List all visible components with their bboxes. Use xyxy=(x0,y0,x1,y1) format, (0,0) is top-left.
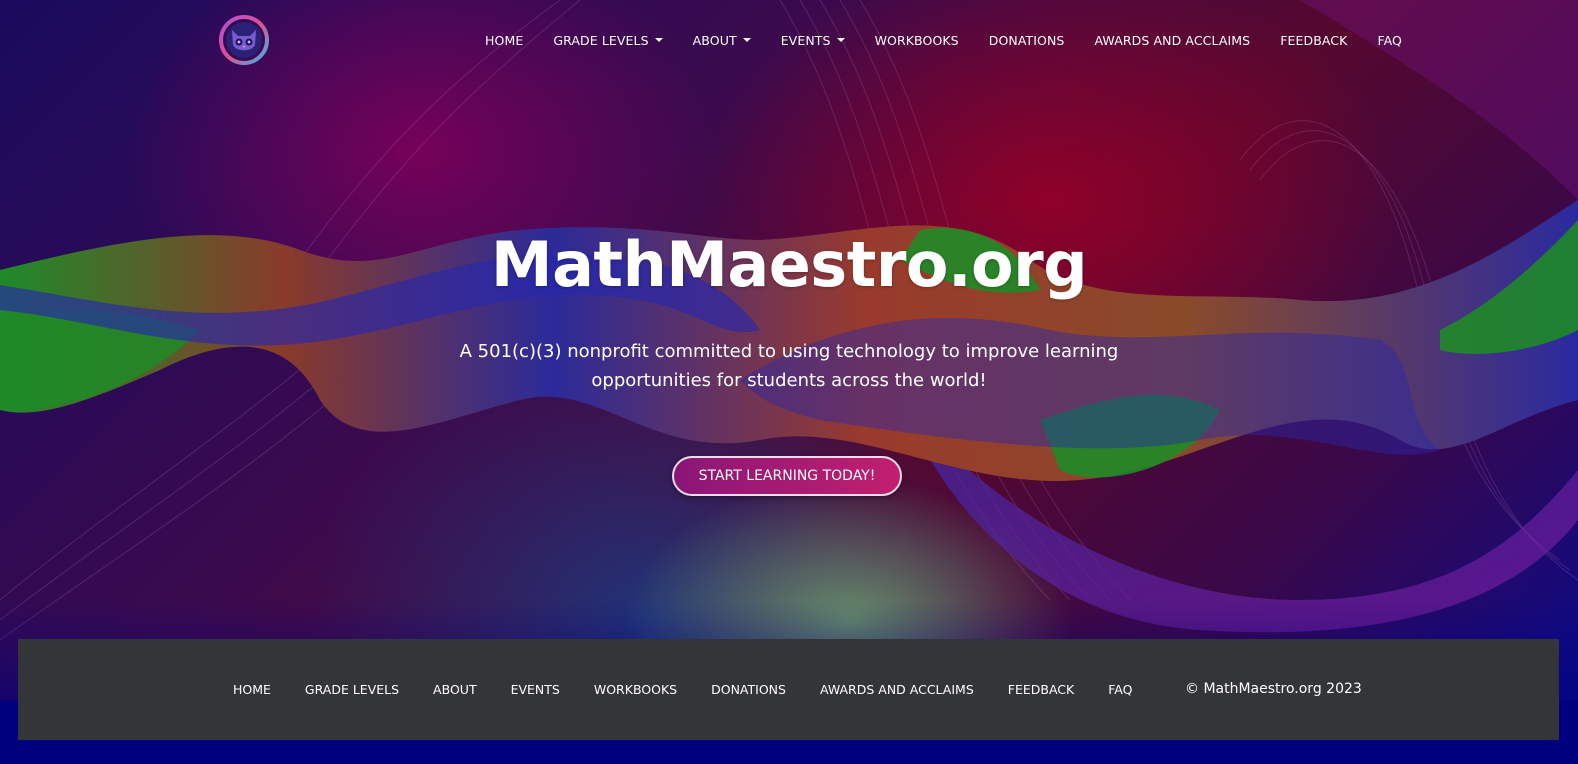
footer: HOME GRADE LEVELS ABOUT EVENTS WORKBOOKS… xyxy=(18,639,1559,740)
caret-down-icon xyxy=(654,38,663,42)
footer-link-grade-levels[interactable]: GRADE LEVELS xyxy=(305,682,399,697)
topnav-item-feedback[interactable]: FEEDBACK xyxy=(1280,33,1347,48)
topnav-item-home[interactable]: HOME xyxy=(485,33,523,48)
topnav-item-label: AWARDS AND ACCLAIMS xyxy=(1094,32,1251,48)
footer-link-workbooks[interactable]: WORKBOOKS xyxy=(594,682,677,697)
caret-down-icon xyxy=(742,38,751,42)
footer-nav: HOME GRADE LEVELS ABOUT EVENTS WORKBOOKS… xyxy=(233,682,1166,697)
owl-logo-icon[interactable] xyxy=(219,15,269,65)
footer-link-home[interactable]: HOME xyxy=(233,682,271,697)
start-learning-button[interactable]: START LEARNING TODAY! xyxy=(672,456,902,496)
footer-link-faq[interactable]: FAQ xyxy=(1108,682,1132,697)
topnav-item-label: GRADE LEVELS xyxy=(553,32,649,48)
topnav-item-workbooks[interactable]: WORKBOOKS xyxy=(875,33,959,48)
topnav-item-label: DONATIONS xyxy=(988,32,1065,48)
footer-link-about[interactable]: ABOUT xyxy=(433,682,477,697)
footer-link-donations[interactable]: DONATIONS xyxy=(711,682,786,697)
footer-link-events[interactable]: EVENTS xyxy=(511,682,560,697)
topnav-item-label: HOME xyxy=(485,32,524,48)
caret-down-icon xyxy=(836,38,845,42)
topnav-item-label: WORKBOOKS xyxy=(874,32,959,48)
footer-link-feedback[interactable]: FEEDBACK xyxy=(1008,682,1074,697)
hero-title: MathMaestro.org xyxy=(490,228,1088,301)
topnav-item-label: ABOUT xyxy=(692,32,737,48)
hero-subtitle: A 501(c)(3) nonprofit committed to using… xyxy=(459,341,1119,391)
top-nav: HOME GRADE LEVELS ABOUT EVENTS WORKBOOKS… xyxy=(485,30,1432,50)
topnav-item-faq[interactable]: FAQ xyxy=(1377,33,1402,48)
topnav-item-label: FEEDBACK xyxy=(1280,32,1348,48)
topnav-item-awards[interactable]: AWARDS AND ACCLAIMS xyxy=(1094,33,1250,48)
topnav-item-about[interactable]: ABOUT xyxy=(693,33,751,48)
topnav-item-grade-levels[interactable]: GRADE LEVELS xyxy=(553,32,663,48)
copyright-text: © MathMaestro.org 2023 xyxy=(1185,681,1362,697)
topnav-item-events[interactable]: EVENTS xyxy=(781,33,845,48)
topnav-item-donations[interactable]: DONATIONS xyxy=(989,33,1065,48)
footer-link-awards[interactable]: AWARDS AND ACCLAIMS xyxy=(820,682,974,697)
topnav-item-label: EVENTS xyxy=(780,32,831,48)
topnav-item-label: FAQ xyxy=(1377,32,1402,48)
